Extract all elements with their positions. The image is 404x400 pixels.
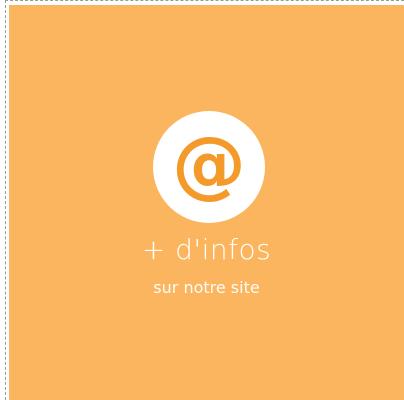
more-info-link-card[interactable]: @ + d'infos sur notre site: [9, 5, 404, 400]
more-info-title: + d'infos: [141, 233, 272, 266]
icon-badge: @: [153, 111, 265, 223]
at-sign-icon: @: [172, 121, 246, 207]
site-subtitle: sur notre site: [153, 278, 260, 297]
